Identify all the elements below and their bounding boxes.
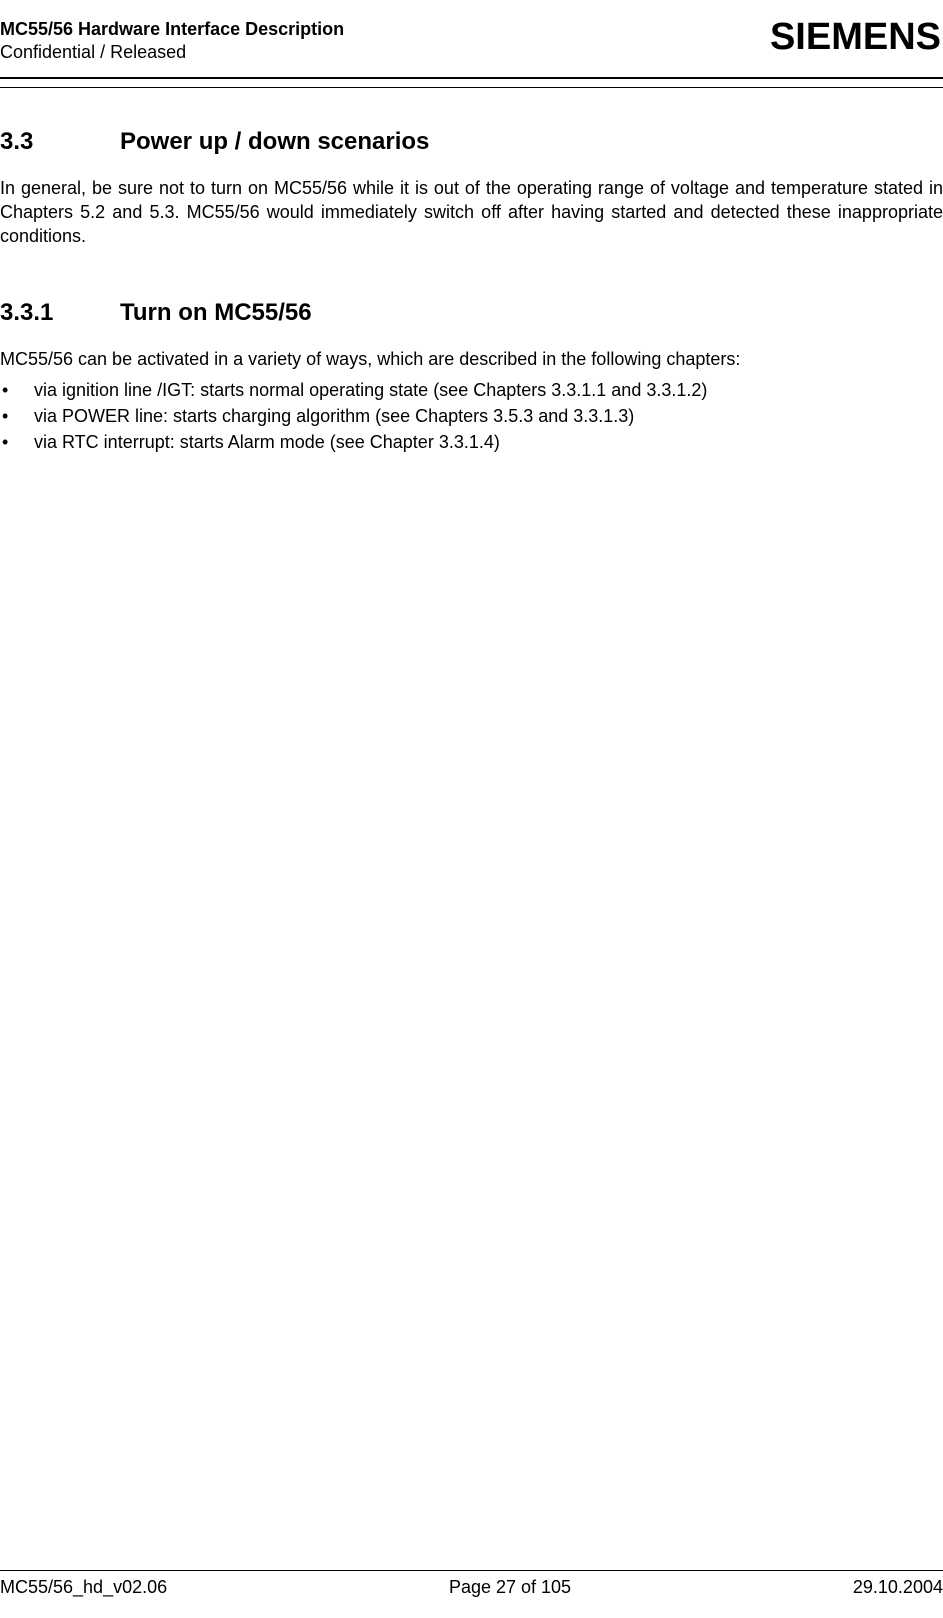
document-status: Confidential / Released: [0, 41, 344, 64]
list-item: • via RTC interrupt: starts Alarm mode (…: [0, 429, 943, 455]
page-content: 3.3 Power up / down scenarios In general…: [0, 128, 943, 455]
footer-version: MC55/56_hd_v02.06: [0, 1577, 167, 1598]
bullet-list: • via ignition line /IGT: starts normal …: [0, 377, 943, 455]
footer-page-number: Page 27 of 105: [449, 1577, 571, 1598]
list-item-text: via RTC interrupt: starts Alarm mode (se…: [34, 429, 500, 455]
document-title: MC55/56 Hardware Interface Description: [0, 18, 344, 41]
list-item-text: via ignition line /IGT: starts normal op…: [34, 377, 707, 403]
subsection-heading: 3.3.1 Turn on MC55/56: [0, 299, 943, 327]
header-left: MC55/56 Hardware Interface Description C…: [0, 18, 344, 77]
bullet-icon: •: [0, 377, 34, 403]
header-rule: [0, 87, 943, 88]
subsection-number: 3.3.1: [0, 299, 120, 327]
subsection-intro-text: MC55/56 can be activated in a variety of…: [0, 347, 943, 371]
siemens-logo: SIEMENS: [770, 18, 943, 56]
footer-date: 29.10.2004: [853, 1577, 943, 1598]
section-heading: 3.3 Power up / down scenarios: [0, 128, 943, 156]
list-item-text: via POWER line: starts charging algorith…: [34, 403, 634, 429]
section-number: 3.3: [0, 128, 120, 156]
page-header: MC55/56 Hardware Interface Description C…: [0, 0, 943, 79]
bullet-icon: •: [0, 429, 34, 455]
section-title: Power up / down scenarios: [120, 128, 429, 156]
bullet-icon: •: [0, 403, 34, 429]
page-footer: MC55/56_hd_v02.06 Page 27 of 105 29.10.2…: [0, 1570, 943, 1598]
list-item: • via ignition line /IGT: starts normal …: [0, 377, 943, 403]
subsection-title: Turn on MC55/56: [120, 299, 312, 327]
section-intro-text: In general, be sure not to turn on MC55/…: [0, 176, 943, 249]
list-item: • via POWER line: starts charging algori…: [0, 403, 943, 429]
